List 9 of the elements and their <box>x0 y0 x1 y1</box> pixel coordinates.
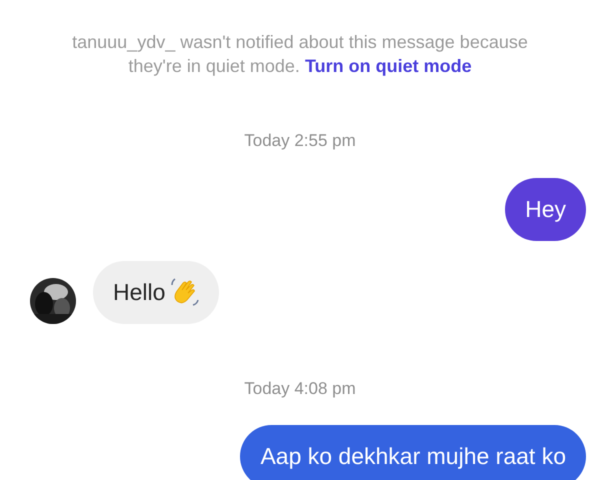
sent-message-bubble: Hey <box>505 178 586 240</box>
timestamp: Today 4:08 pm <box>244 378 356 400</box>
quiet-mode-notice: tanuuu_ydv_ wasn't notified about this message because they're in quiet mode. Turn on quiet mode <box>71 31 529 78</box>
timestamp: Today 2:55 pm <box>244 130 356 152</box>
avatar[interactable] <box>30 278 76 324</box>
message-text: Hello <box>113 278 166 307</box>
sent-message-bubble: Aap ko dekhkar mujhe raat ko <box>240 425 586 480</box>
waving-hand-icon <box>169 277 200 307</box>
quiet-mode-link[interactable]: Turn on quiet mode <box>304 56 472 76</box>
